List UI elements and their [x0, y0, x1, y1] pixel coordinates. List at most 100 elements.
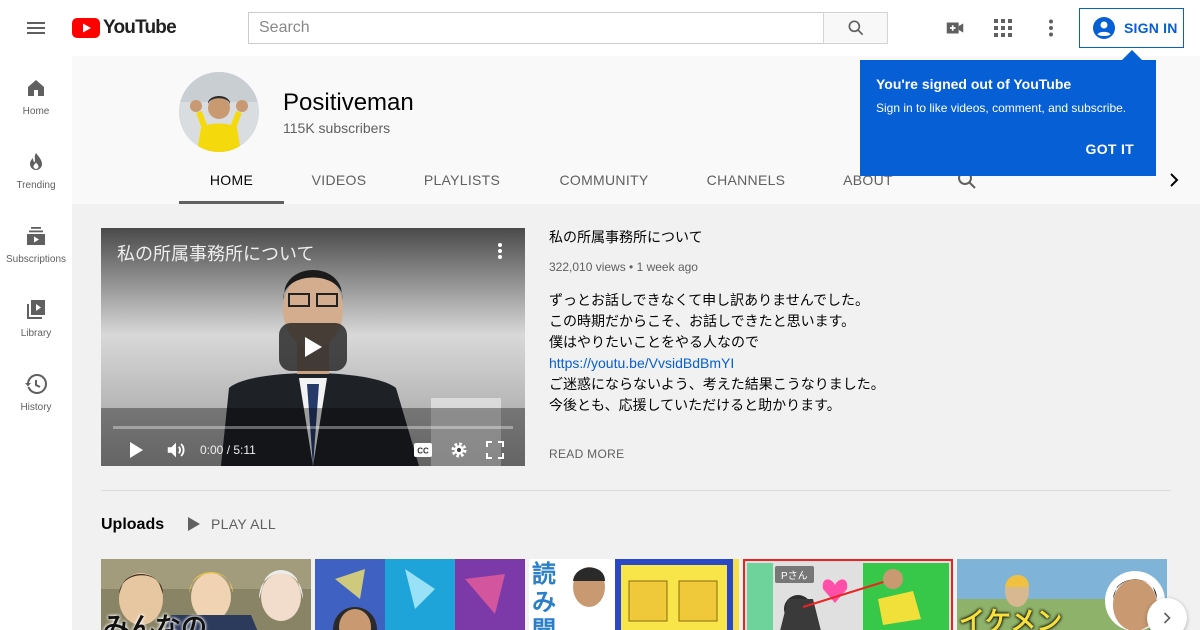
description-link[interactable]: https://youtu.be/VvsidBdBmYI — [549, 355, 734, 371]
sidebar-item-label: Library — [20, 328, 52, 339]
home-icon — [28, 80, 44, 96]
channel-name: Positiveman — [283, 89, 414, 116]
tab-home[interactable]: HOME — [179, 156, 284, 204]
video-thumbnail[interactable]: イケメン — [957, 559, 1167, 630]
subscriptions-icon — [27, 227, 45, 245]
chevron-right-icon — [1163, 612, 1171, 624]
fullscreen-icon — [486, 441, 504, 459]
play-all-button[interactable]: PLAY ALL — [187, 516, 276, 532]
apps-grid-icon — [994, 19, 1012, 37]
read-more-button[interactable]: READ MORE — [549, 447, 624, 461]
sidebar-item-label: Home — [22, 106, 50, 117]
description-line: この時期だからこそ、お話しできたと思います。 — [549, 313, 856, 329]
more-vert-icon — [1049, 19, 1053, 37]
sidebar-item-home[interactable]: Home — [0, 56, 72, 130]
video-title[interactable]: 私の所属事務所について — [549, 228, 1149, 246]
mute-button[interactable] — [164, 438, 188, 462]
more-vert-icon — [498, 243, 502, 259]
fullscreen-button[interactable] — [483, 438, 507, 462]
shelf-next-button[interactable] — [1147, 598, 1187, 630]
thumbnail-caption: みんなの — [103, 612, 208, 630]
thumbnail-image — [315, 559, 525, 630]
volume-icon — [167, 442, 185, 458]
sidebar-item-history[interactable]: History — [0, 352, 72, 426]
description-line: 僕はやりたいことをやる人なので — [549, 334, 759, 350]
player-controls: 0:00 / 5:11 CC — [101, 434, 525, 466]
search-icon — [848, 20, 863, 36]
sidebar-item-library[interactable]: Library — [0, 278, 72, 352]
gear-icon — [451, 442, 467, 458]
play-icon — [130, 442, 143, 458]
sidebar-item-subscriptions[interactable]: Subscriptions — [0, 204, 72, 278]
tab-community[interactable]: COMMUNITY — [554, 156, 654, 204]
featured-video-player[interactable]: 私の所属事務所について 0:00 / 5:11 CC — [101, 228, 525, 466]
hamburger-icon — [27, 22, 45, 34]
channel-avatar[interactable] — [179, 72, 259, 152]
video-thumbnail[interactable] — [315, 559, 525, 630]
thumbnail-caption: Pさん — [775, 566, 814, 583]
create-video-button[interactable] — [941, 14, 969, 42]
apps-button[interactable] — [989, 14, 1017, 42]
thumbnail-caption: 読み聞 — [532, 561, 556, 630]
top-bar: YouTube SIGN IN — [0, 0, 1200, 56]
signed-out-tooltip: You're signed out of YouTube Sign in to … — [860, 50, 1156, 176]
fire-icon — [30, 153, 42, 170]
tooltip-body: Sign in to like videos, comment, and sub… — [876, 101, 1127, 115]
video-description: ずっとお話しできなくて申し訳ありませんでした。 この時期だからこそ、お話しできた… — [549, 290, 1149, 416]
chevron-right-icon — [1170, 173, 1179, 187]
menu-button[interactable] — [16, 12, 56, 44]
thumbnail-image — [529, 559, 739, 630]
sidebar-item-label: Trending — [16, 180, 56, 191]
thumbnail-caption: イケメン — [959, 606, 1063, 630]
channel-avatar-image — [179, 72, 259, 152]
sign-in-label: SIGN IN — [1124, 20, 1178, 36]
play-button[interactable] — [124, 438, 148, 462]
library-icon — [27, 300, 45, 319]
sign-in-button[interactable]: SIGN IN — [1079, 8, 1184, 48]
search-button[interactable] — [823, 12, 888, 44]
video-thumbnail[interactable]: みんなの — [101, 559, 311, 630]
history-icon — [25, 374, 47, 394]
player-overlay-title[interactable]: 私の所属事務所について — [117, 240, 314, 266]
sidebar-item-trending[interactable]: Trending — [0, 130, 72, 204]
search-input[interactable] — [259, 19, 824, 37]
play-all-label: PLAY ALL — [211, 516, 276, 532]
progress-bar[interactable] — [113, 426, 513, 429]
uploads-section-title[interactable]: Uploads — [101, 516, 164, 534]
closed-captions-icon: CC — [414, 443, 432, 457]
tooltip-title: You're signed out of YouTube — [876, 76, 1072, 92]
tab-playlists[interactable]: PLAYLISTS — [415, 156, 509, 204]
got-it-button[interactable]: GOT IT — [1086, 141, 1134, 157]
logo-text: YouTube — [103, 17, 177, 38]
sidebar: Home Trending Subscriptions Library Hist… — [0, 56, 72, 630]
captions-button[interactable]: CC — [411, 438, 435, 462]
settings-more-button[interactable] — [1037, 14, 1065, 42]
tab-channels[interactable]: CHANNELS — [704, 156, 788, 204]
youtube-play-icon — [72, 18, 100, 38]
section-divider — [101, 490, 1171, 491]
tab-videos[interactable]: VIDEOS — [299, 156, 379, 204]
play-icon — [188, 517, 200, 531]
play-button-large[interactable] — [279, 323, 347, 371]
tabs-scroll-right-button[interactable] — [1162, 168, 1186, 192]
video-meta: 322,010 views • 1 week ago — [549, 260, 698, 274]
account-circle-icon — [1093, 17, 1115, 39]
time-display: 0:00 / 5:11 — [200, 443, 256, 457]
search-input-wrapper — [248, 12, 824, 44]
description-line: ご迷惑にならないよう、考えた結果こうなりました。 — [549, 376, 885, 392]
sidebar-item-label: History — [20, 402, 52, 413]
subscriber-count: 115K subscribers — [283, 120, 391, 136]
uploads-shelf: みんなの 読み聞 — [101, 559, 1171, 630]
play-icon — [305, 337, 322, 357]
settings-button[interactable] — [447, 438, 471, 462]
video-thumbnail[interactable]: 読み聞 — [529, 559, 739, 630]
youtube-logo[interactable]: YouTube — [72, 17, 177, 39]
svg-text:CC: CC — [417, 447, 429, 456]
description-line: ずっとお話しできなくて申し訳ありませんでした。 — [549, 292, 870, 308]
sidebar-item-label: Subscriptions — [5, 254, 67, 265]
player-more-button[interactable] — [497, 242, 503, 265]
video-camera-icon — [946, 22, 964, 34]
description-line: 今後とも、応援していただけると助かります。 — [549, 397, 841, 413]
featured-video-info: 私の所属事務所について 322,010 views • 1 week ago ず… — [549, 228, 1149, 416]
video-thumbnail[interactable]: Pさん — [743, 559, 953, 630]
